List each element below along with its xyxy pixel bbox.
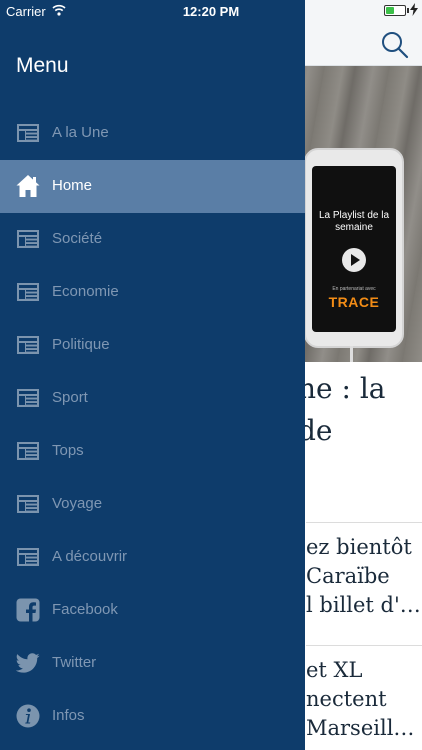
menu-item-label: A découvrir bbox=[52, 548, 128, 565]
menu-item[interactable]: Facebook bbox=[0, 584, 305, 637]
divider bbox=[306, 522, 422, 523]
menu-item-label: Société bbox=[52, 230, 103, 247]
hero-brand-logo: TRACE bbox=[328, 294, 380, 310]
newspaper-icon bbox=[16, 386, 40, 410]
article-line: ez bientôt bbox=[306, 535, 412, 559]
menu-item[interactable]: Société bbox=[0, 213, 305, 266]
menu-item[interactable]: Infos bbox=[0, 690, 305, 743]
menu-item[interactable]: Voyage bbox=[0, 478, 305, 531]
newspaper-icon bbox=[16, 545, 40, 569]
newspaper-icon bbox=[16, 492, 40, 516]
article-line: et XL bbox=[306, 658, 363, 682]
article-line: nectent bbox=[306, 687, 387, 711]
hero-partner-text: En partenariat avec bbox=[332, 286, 376, 292]
headline-line: de bbox=[298, 414, 333, 447]
menu-item[interactable]: A la Une bbox=[0, 107, 305, 160]
play-icon bbox=[342, 248, 366, 272]
newspaper-icon bbox=[16, 121, 40, 145]
article-item[interactable]: et XL nectent Marseill… bbox=[306, 656, 414, 743]
menu-item[interactable]: Sport bbox=[0, 372, 305, 425]
menu-item[interactable]: A découvrir bbox=[0, 531, 305, 584]
twitter-icon bbox=[15, 651, 40, 675]
article-line: Marseill… bbox=[306, 716, 415, 740]
battery-icon bbox=[384, 5, 406, 16]
headline-title[interactable]: ne : la de bbox=[298, 368, 386, 452]
menu-item-label: Infos bbox=[52, 707, 85, 724]
phone-illustration: La Playlist de la semaine En partenariat… bbox=[304, 148, 404, 348]
menu-item-label: Facebook bbox=[52, 601, 118, 618]
menu-item-label: A la Une bbox=[52, 124, 109, 141]
newspaper-icon bbox=[16, 280, 40, 304]
battery-tip bbox=[407, 8, 409, 13]
menu-item[interactable]: Tops bbox=[0, 425, 305, 478]
status-time: 12:20 PM bbox=[182, 4, 240, 19]
menu-item[interactable]: Politique bbox=[0, 319, 305, 372]
menu-item-label: Sport bbox=[52, 389, 88, 406]
menu-item[interactable]: Twitter bbox=[0, 637, 305, 690]
newspaper-icon bbox=[16, 439, 40, 463]
article-item[interactable]: ez bientôt Caraïbe l billet d'… bbox=[306, 533, 421, 620]
menu-item-label: Tops bbox=[52, 442, 84, 459]
menu-item[interactable]: Economie bbox=[0, 266, 305, 319]
status-bar: Carrier 12:20 PM bbox=[0, 0, 422, 22]
menu-item[interactable]: Home bbox=[0, 160, 305, 213]
facebook-icon bbox=[16, 598, 40, 622]
hero-screen-title: La Playlist de la semaine bbox=[318, 210, 390, 233]
menu-title: Menu bbox=[16, 54, 69, 77]
info-icon bbox=[16, 704, 40, 728]
article-line: Caraïbe bbox=[306, 564, 390, 588]
home-icon bbox=[16, 174, 40, 198]
menu-item-label: Twitter bbox=[52, 654, 97, 671]
headline-line: ne : la bbox=[298, 372, 386, 405]
search-icon[interactable] bbox=[380, 30, 410, 60]
menu-item-label: Home bbox=[52, 177, 93, 194]
divider bbox=[306, 645, 422, 646]
menu-item-label: Economie bbox=[52, 283, 119, 300]
menu-item-label: Politique bbox=[52, 336, 110, 353]
charging-icon bbox=[410, 3, 418, 16]
newspaper-icon bbox=[16, 227, 40, 251]
cable-illustration bbox=[350, 346, 376, 362]
side-menu: Menu A la Une Home Société Economie Politiqu… bbox=[0, 0, 305, 750]
menu-item-label: Voyage bbox=[52, 495, 103, 512]
newspaper-icon bbox=[16, 333, 40, 357]
article-line: l billet d'… bbox=[306, 593, 421, 617]
